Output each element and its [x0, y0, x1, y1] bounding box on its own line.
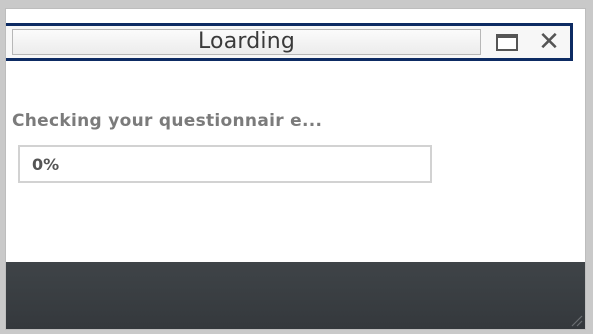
- title-field: Loarding: [12, 29, 481, 55]
- close-button[interactable]: ✕: [532, 28, 566, 56]
- loading-window: Loarding ✕ Checking your questionnair e.…: [0, 0, 593, 334]
- close-icon: ✕: [538, 27, 560, 57]
- maximize-icon: [496, 33, 518, 51]
- dialog-footer: [6, 262, 585, 329]
- progress-field: 0%: [18, 145, 432, 183]
- progress-percentage: 0%: [32, 155, 60, 174]
- status-message: Checking your questionnair e...: [12, 111, 323, 131]
- resize-grip-icon[interactable]: [569, 313, 583, 327]
- window-title: Loarding: [197, 29, 296, 54]
- maximize-button[interactable]: [490, 28, 524, 56]
- loading-dialog: Loarding ✕ Checking your questionnair e.…: [5, 8, 586, 330]
- title-bar[interactable]: Loarding ✕: [6, 23, 573, 61]
